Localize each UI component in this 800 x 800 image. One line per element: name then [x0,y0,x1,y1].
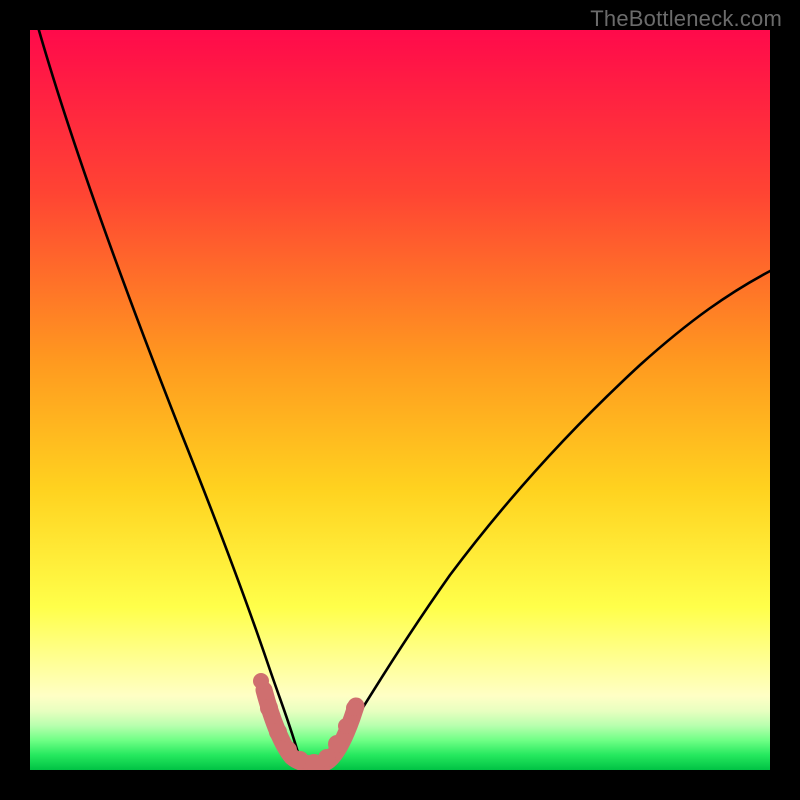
curves-overlay [30,30,770,770]
attribution-text: TheBottleneck.com [590,6,782,32]
left-curve [36,30,300,760]
plot-area [30,30,770,770]
right-curve [328,270,770,763]
chart-frame: TheBottleneck.com [0,0,800,800]
